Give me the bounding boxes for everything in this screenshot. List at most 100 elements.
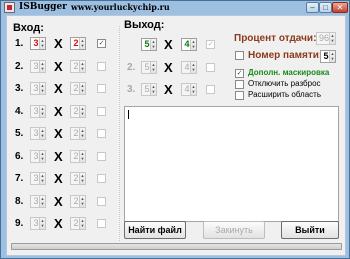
minimize-button[interactable]: –: [306, 2, 319, 13]
value-spinner[interactable]: 4 ▲ ▼: [181, 83, 197, 96]
spinner-arrows-icon[interactable]: ▲ ▼: [79, 38, 85, 49]
spinner-arrows-icon[interactable]: ▲ ▼: [150, 84, 156, 95]
input-row-number: 6.: [15, 150, 24, 162]
spinner-arrows-icon[interactable]: ▲ ▼: [39, 83, 45, 94]
spinner-arrows-icon[interactable]: ▲ ▼: [79, 218, 85, 229]
option-label: Отключить разброс: [248, 79, 321, 88]
spinner-arrows-icon[interactable]: ▲ ▼: [79, 105, 85, 117]
input-row-number: 4.: [15, 105, 24, 117]
input-row-checkbox[interactable]: [97, 129, 106, 138]
maximize-button[interactable]: □: [319, 2, 332, 13]
spinner-arrows-icon[interactable]: ▲ ▼: [150, 39, 156, 50]
value-spinner[interactable]: 5 ▲ ▼: [141, 60, 157, 74]
output-row-checkbox[interactable]: [206, 85, 215, 94]
close-button[interactable]: ✕: [332, 2, 348, 13]
value-spinner[interactable]: 5 ▲ ▼: [141, 38, 157, 51]
app-window: ISBugger www.yourluckychip.ru – □ ✕ Вход…: [0, 0, 350, 259]
value-spinner[interactable]: 4 ▲ ▼: [181, 38, 197, 51]
input-row-number: 5.: [15, 128, 24, 139]
log-textarea[interactable]: [124, 106, 339, 222]
memory-checkbox[interactable]: [235, 51, 244, 60]
output-row-checkbox[interactable]: [206, 62, 215, 72]
times-sign: X: [54, 216, 63, 231]
input-row-number: 8.: [15, 195, 24, 207]
value-spinner[interactable]: 2 ▲ ▼: [70, 127, 86, 140]
times-sign: X: [164, 82, 173, 97]
times-sign: X: [54, 58, 63, 74]
input-label: Вход:: [13, 22, 44, 34]
title-bar[interactable]: ISBugger www.yourluckychip.ru – □ ✕: [1, 1, 349, 15]
option-checkbox[interactable]: ✓: [235, 69, 244, 78]
value-spinner[interactable]: 2 ▲ ▼: [70, 172, 86, 185]
value-spinner[interactable]: 3 ▲ ▼: [30, 59, 46, 73]
input-row-checkbox[interactable]: [97, 151, 106, 161]
times-sign: X: [54, 148, 63, 164]
input-row-checkbox[interactable]: [97, 174, 106, 183]
exit-button[interactable]: Выйти: [281, 221, 339, 239]
spinner-arrows-icon[interactable]: ▲ ▼: [329, 33, 335, 44]
value-spinner[interactable]: 3 ▲ ▼: [30, 37, 46, 50]
spinner-arrows-icon[interactable]: ▲ ▼: [150, 61, 156, 73]
input-row-number: 1.: [15, 38, 24, 49]
times-sign: X: [164, 37, 173, 52]
option-checkbox[interactable]: [235, 80, 244, 89]
option-label: Дополн. маскировка: [248, 68, 330, 77]
input-row-checkbox[interactable]: [97, 219, 106, 228]
value-spinner[interactable]: 2 ▲ ▼: [70, 217, 86, 230]
spinner-arrows-icon[interactable]: ▲ ▼: [39, 218, 45, 229]
payout-spinner[interactable]: 96 ▲ ▼: [316, 32, 336, 45]
spinner-arrows-icon[interactable]: ▲ ▼: [39, 38, 45, 49]
input-row-checkbox[interactable]: [97, 61, 106, 71]
spinner-arrows-icon[interactable]: ▲ ▼: [190, 61, 196, 73]
spinner-arrows-icon[interactable]: ▲ ▼: [79, 83, 85, 94]
spinner-arrows-icon[interactable]: ▲ ▼: [39, 60, 45, 72]
value-spinner[interactable]: 2 ▲ ▼: [70, 59, 86, 73]
value-spinner[interactable]: 3 ▲ ▼: [30, 104, 46, 118]
find-file-button[interactable]: Найти файл: [124, 221, 186, 239]
value-spinner[interactable]: 3 ▲ ▼: [30, 127, 46, 140]
value-spinner[interactable]: 2 ▲ ▼: [70, 37, 86, 50]
spinner-arrows-icon[interactable]: ▲ ▼: [190, 39, 196, 50]
value-spinner[interactable]: 2 ▲ ▼: [70, 82, 86, 95]
spinner-arrows-icon[interactable]: ▲ ▼: [79, 195, 85, 207]
spinner-arrows-icon[interactable]: ▲ ▼: [39, 105, 45, 117]
value-spinner[interactable]: 5 ▲ ▼: [141, 83, 157, 96]
value-spinner[interactable]: 3 ▲ ▼: [30, 217, 46, 230]
value-spinner[interactable]: 2 ▲ ▼: [70, 104, 86, 118]
input-row-checkbox[interactable]: ✓: [97, 39, 106, 48]
memory-label: Номер памяти:: [248, 50, 323, 61]
spinner-arrows-icon[interactable]: ▲ ▼: [79, 128, 85, 139]
times-sign: X: [164, 59, 173, 75]
value-spinner[interactable]: 3 ▲ ▼: [30, 194, 46, 208]
input-row-checkbox[interactable]: [97, 106, 106, 116]
spinner-arrows-icon[interactable]: ▲ ▼: [79, 150, 85, 162]
spinner-arrows-icon[interactable]: ▲ ▼: [39, 195, 45, 207]
output-row-checkbox[interactable]: ✓: [206, 40, 215, 49]
value-spinner[interactable]: 4 ▲ ▼: [181, 60, 197, 74]
times-sign: X: [54, 193, 63, 209]
spinner-arrows-icon[interactable]: ▲ ▼: [329, 51, 335, 62]
spinner-arrows-icon[interactable]: ▲ ▼: [39, 150, 45, 162]
option-label: Расширить область: [248, 90, 321, 99]
times-sign: X: [54, 171, 63, 186]
value-spinner[interactable]: 3 ▲ ▼: [30, 172, 46, 185]
output-row-number: 2.: [127, 61, 136, 73]
value-spinner[interactable]: 3 ▲ ▼: [30, 149, 46, 163]
input-row-number: 3.: [15, 83, 24, 94]
input-row-checkbox[interactable]: [97, 84, 106, 93]
value-spinner[interactable]: 2 ▲ ▼: [70, 149, 86, 163]
input-row-checkbox[interactable]: [97, 196, 106, 206]
option-checkbox[interactable]: [235, 91, 244, 100]
input-row-number: 9.: [15, 218, 24, 229]
spinner-arrows-icon[interactable]: ▲ ▼: [39, 128, 45, 139]
spinner-arrows-icon[interactable]: ▲ ▼: [39, 173, 45, 184]
spinner-arrows-icon[interactable]: ▲ ▼: [79, 173, 85, 184]
spinner-arrows-icon[interactable]: ▲ ▼: [190, 84, 196, 95]
times-sign: X: [54, 126, 63, 141]
value-spinner[interactable]: 2 ▲ ▼: [70, 194, 86, 208]
memory-spinner[interactable]: 5 ▲ ▼: [320, 50, 336, 63]
spinner-arrows-icon[interactable]: ▲ ▼: [79, 60, 85, 72]
input-row-number: 7.: [15, 173, 24, 184]
value-spinner[interactable]: 3 ▲ ▼: [30, 82, 46, 95]
inject-button[interactable]: Закинуть: [203, 221, 265, 239]
